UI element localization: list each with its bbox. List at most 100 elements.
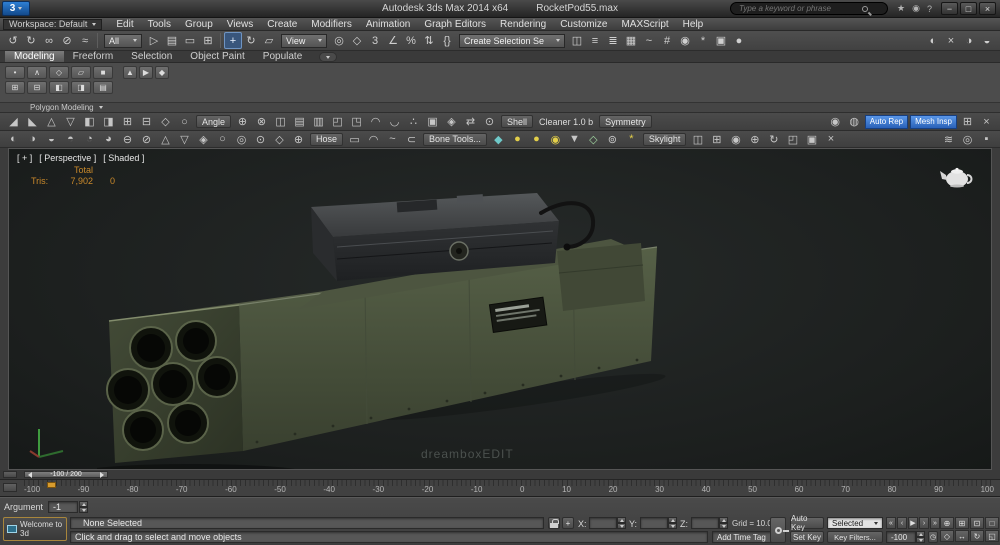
object-tool-icon[interactable]: ◒	[42, 132, 61, 147]
ribbon-tool-icon[interactable]: ◍	[845, 114, 864, 129]
mirror-icon[interactable]: ◫	[568, 32, 586, 49]
close-button[interactable]: ×	[979, 2, 996, 15]
ribbon-tool-icon[interactable]: ◇	[156, 114, 175, 129]
ribbon-tool-icon[interactable]: ○	[175, 114, 194, 129]
bind-to-spacewarp-icon[interactable]: ≈	[76, 32, 94, 49]
light-tool-icon[interactable]: ◇	[584, 132, 603, 147]
select-object-icon[interactable]: ▷	[145, 32, 163, 49]
track-bar[interactable]: -100-90-80-70-60-50-40-30-20-10010203040…	[0, 480, 1000, 497]
argument-field[interactable]: -1	[48, 501, 78, 513]
menu-item[interactable]: Modifiers	[304, 18, 359, 31]
key-selection-dropdown[interactable]: Selected	[827, 517, 883, 529]
modeling-panel-icon[interactable]: ▲	[123, 66, 137, 79]
light-tool-icon[interactable]: ⊚	[603, 132, 622, 147]
ribbon-tool-icon[interactable]: ⇄	[461, 114, 480, 129]
set-keys-button[interactable]	[770, 517, 786, 543]
symmetry-button[interactable]: Symmetry	[599, 115, 652, 128]
ribbon-tool-icon[interactable]: ◈	[442, 114, 461, 129]
ribbon-tool-icon[interactable]: ▤	[290, 114, 309, 129]
ribbon-tool-icon[interactable]: ◣	[23, 114, 42, 129]
tab-object-paint[interactable]: Object Paint	[181, 51, 253, 62]
set-key-button[interactable]: Set Key	[790, 531, 824, 543]
frame-spinner[interactable]	[916, 531, 925, 543]
align-icon[interactable]: ≡	[586, 32, 604, 49]
subobject-icon[interactable]: ■	[93, 66, 113, 79]
auto-key-button[interactable]: Auto Key	[790, 517, 824, 529]
select-move-icon[interactable]: +	[224, 32, 242, 49]
ribbon-tool-icon[interactable]: ◳	[347, 114, 366, 129]
percent-snap-icon[interactable]: %	[402, 32, 420, 49]
community-icon[interactable]: ★	[897, 3, 905, 14]
select-scale-icon[interactable]: ▱	[260, 32, 278, 49]
render-setup-icon[interactable]: *	[694, 32, 712, 49]
zoom-extents-icon[interactable]: ⊡	[970, 517, 984, 529]
object-tool-icon[interactable]: ⊕	[289, 132, 308, 147]
auto-rep-button[interactable]: Auto Rep	[865, 115, 908, 129]
menu-item[interactable]: Views	[220, 18, 261, 31]
object-tool-icon[interactable]: ×	[821, 132, 840, 147]
application-menu-button[interactable]: 3	[2, 1, 30, 16]
ribbon-tool-icon[interactable]: ▽	[61, 114, 80, 129]
object-tool-icon[interactable]: ⊞	[707, 132, 726, 147]
subobject-icon[interactable]: ◇	[49, 66, 69, 79]
time-slider-track[interactable]: -100 / 200	[0, 470, 1000, 480]
object-tool-icon[interactable]: ◎	[232, 132, 251, 147]
modeling-panel-icon[interactable]: ⊟	[27, 81, 47, 94]
modeling-panel-icon[interactable]: ◧	[49, 81, 69, 94]
help-menu-icon[interactable]: ?	[927, 4, 932, 14]
ribbon-tool-icon[interactable]: △	[42, 114, 61, 129]
undo-icon[interactable]: ↺	[4, 32, 22, 49]
argument-spinner[interactable]	[79, 501, 88, 513]
current-frame-field[interactable]: -100	[886, 531, 916, 543]
ribbon-tool-icon[interactable]: ▥	[309, 114, 328, 129]
y-spinner[interactable]	[668, 517, 677, 529]
object-tool-icon[interactable]: ⊕	[745, 132, 764, 147]
search-input[interactable]	[737, 3, 857, 14]
timeline-left-button[interactable]	[3, 471, 17, 478]
object-tool-icon[interactable]: ⊙	[251, 132, 270, 147]
ribbon-tool-icon[interactable]: ◰	[328, 114, 347, 129]
zoom-all-icon[interactable]: ⊞	[955, 517, 969, 529]
subobject-icon[interactable]: ▱	[71, 66, 91, 79]
light-tool-icon[interactable]: ◉	[546, 132, 565, 147]
ribbon-tool-icon[interactable]: ◉	[826, 114, 845, 129]
ribbon-tool-icon[interactable]: ◠	[366, 114, 385, 129]
play-button[interactable]: ▶	[908, 517, 918, 529]
slider-next-icon[interactable]	[100, 472, 104, 478]
maximize-button[interactable]: □	[960, 2, 977, 15]
object-tool-icon[interactable]: ▽	[175, 132, 194, 147]
light-tool-icon[interactable]: ●	[508, 132, 527, 147]
ribbon-tool-icon[interactable]: ⊙	[480, 114, 499, 129]
ribbon-tool-icon[interactable]: ▣	[423, 114, 442, 129]
pan-icon[interactable]: ↔	[955, 530, 969, 542]
object-tool-icon[interactable]: ◔	[80, 132, 99, 147]
modeling-panel-icon[interactable]: ▶	[139, 66, 153, 79]
ribbon-tool-icon[interactable]: ◫	[271, 114, 290, 129]
object-tool-icon[interactable]: ⊂	[402, 132, 421, 147]
perspective-viewport[interactable]: [ + ] [ Perspective ] [ Shaded ] Total T…	[8, 148, 992, 470]
object-tool-icon[interactable]: ◇	[270, 132, 289, 147]
object-tool-icon[interactable]: ◰	[783, 132, 802, 147]
field-of-view-icon[interactable]: ◇	[940, 530, 954, 542]
modeling-panel-icon[interactable]: ▤	[93, 81, 113, 94]
toolbar-extra-icon[interactable]: ◑	[960, 32, 978, 49]
object-tool-icon[interactable]: ◑	[23, 132, 42, 147]
ribbon-tool-icon[interactable]: ×	[977, 114, 996, 129]
select-manipulate-icon[interactable]: ◇	[348, 32, 366, 49]
object-tool-icon[interactable]: ◎	[958, 132, 977, 147]
x-field[interactable]	[589, 517, 617, 529]
add-time-tag[interactable]: Add Time Tag	[712, 531, 776, 543]
mini-curve-editor-button[interactable]	[3, 483, 17, 492]
use-center-icon[interactable]: ◎	[330, 32, 348, 49]
z-field[interactable]	[691, 517, 719, 529]
ribbon-tool-icon[interactable]: ⊞	[118, 114, 137, 129]
material-editor-icon[interactable]: ◉	[676, 32, 694, 49]
layer-manager-icon[interactable]: ≣	[604, 32, 622, 49]
polygon-modeling-label[interactable]: Polygon Modeling	[30, 103, 94, 112]
menu-item[interactable]: MAXScript	[614, 18, 675, 31]
maximize-viewport-icon[interactable]: ◱	[985, 530, 999, 542]
bone-tools-button[interactable]: Bone Tools...	[423, 133, 487, 146]
minimize-button[interactable]: −	[941, 2, 958, 15]
reference-coordinate-dropdown[interactable]: View	[281, 34, 327, 48]
next-frame-button[interactable]: ›	[919, 517, 929, 529]
